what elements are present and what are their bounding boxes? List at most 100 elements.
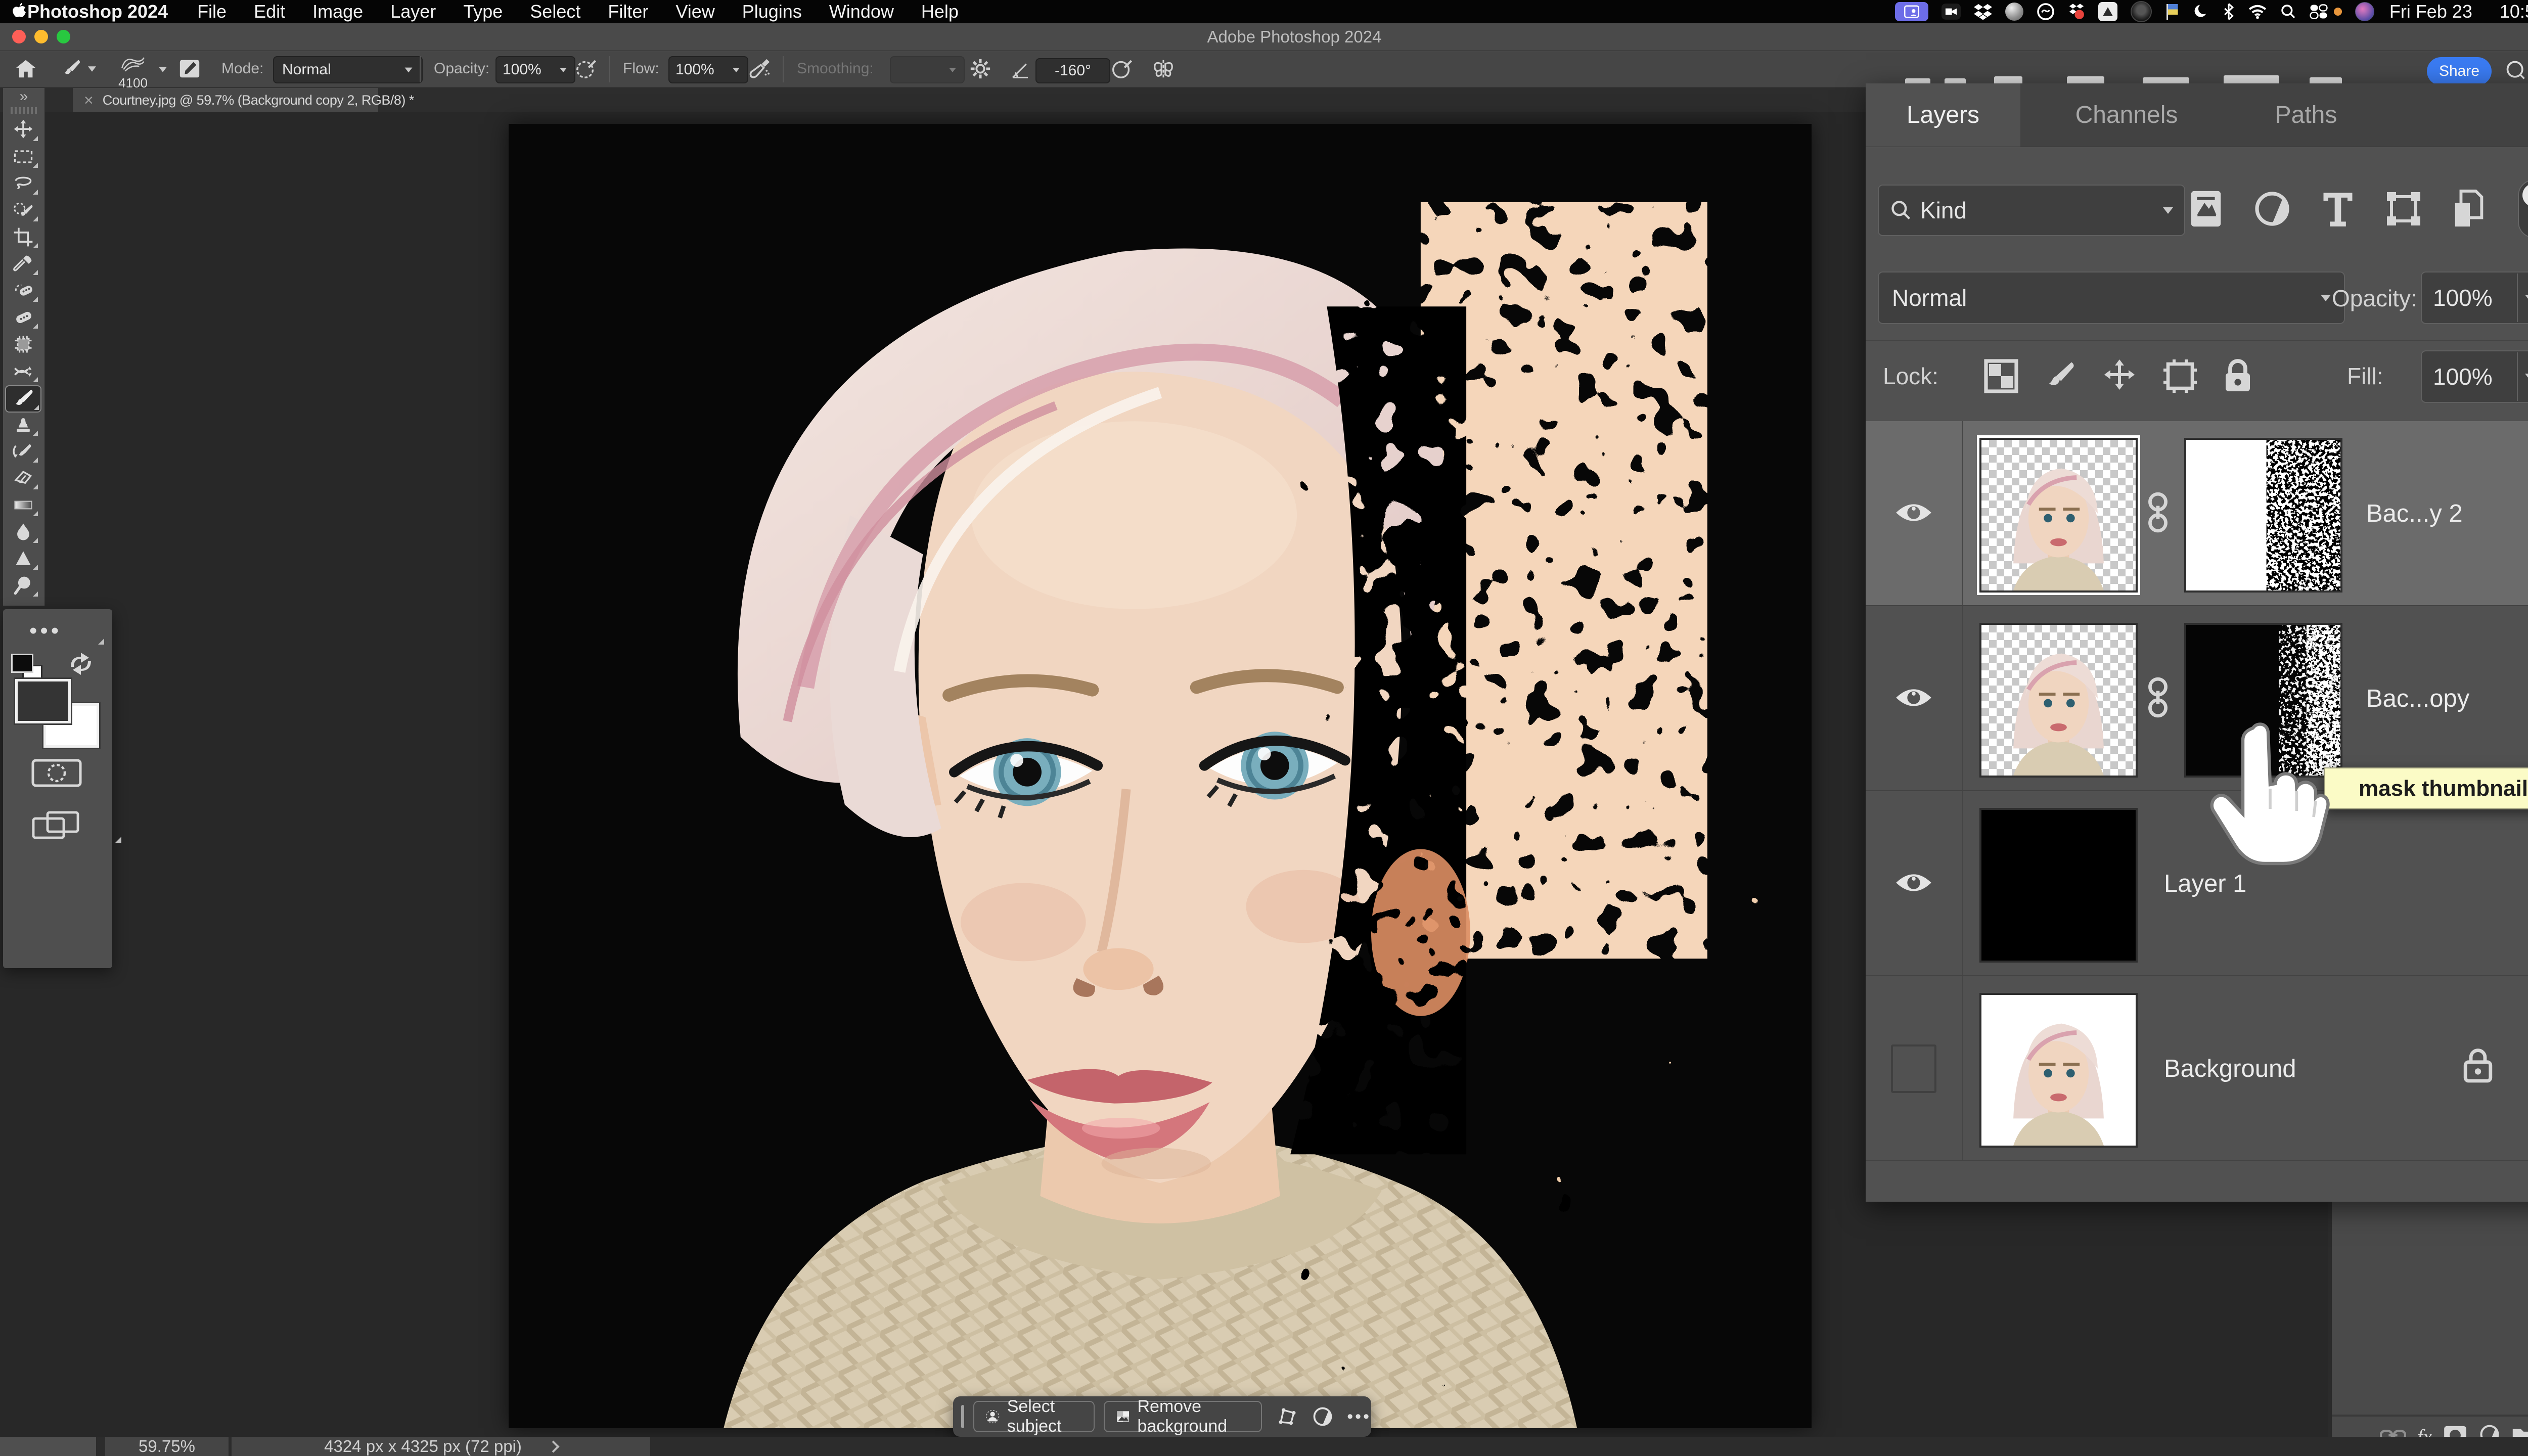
menu-file[interactable]: File [197, 1, 227, 22]
select-subject-button[interactable]: Select subject [973, 1401, 1095, 1432]
document-tab[interactable]: × Courtney.jpg @ 59.7% (Background copy … [73, 88, 378, 112]
siri-icon[interactable] [2355, 0, 2374, 23]
pressure-opacity-icon[interactable] [574, 57, 598, 84]
search-circle-icon[interactable] [2505, 59, 2527, 85]
filter-smart-objects-icon[interactable] [2453, 190, 2487, 231]
taskbar-drag-handle[interactable] [961, 1405, 964, 1428]
lock-position-icon[interactable] [2101, 358, 2138, 397]
remove-background-button[interactable]: Remove background [1104, 1401, 1262, 1432]
menubar-clock[interactable]: 10:59 AM [2500, 1, 2528, 22]
layer-row-layer-1[interactable]: Layer 1 [1866, 791, 2528, 976]
lock-artboard-icon[interactable] [2162, 358, 2198, 397]
dropbox-sync-icon[interactable] [2068, 0, 2085, 23]
layer-thumbnail[interactable] [1979, 808, 2138, 963]
crop-tool[interactable] [7, 224, 39, 250]
fill-input[interactable]: 100% [2421, 350, 2528, 403]
blend-mode-select[interactable]: Normal [273, 56, 423, 83]
history-brush-tool[interactable] [7, 439, 39, 464]
swap-colors-icon[interactable] [65, 651, 97, 679]
lock-image-icon[interactable] [2044, 358, 2077, 397]
layer-thumbnail[interactable] [1979, 623, 2138, 778]
pressure-size-icon[interactable] [1110, 57, 1134, 84]
tab-paths[interactable]: Paths [2233, 83, 2379, 147]
filter-shape-layers-icon[interactable] [2385, 191, 2422, 230]
content-aware-move-tool[interactable] [7, 358, 39, 384]
eraser-tool[interactable] [7, 466, 39, 491]
blend-mode-dropdown[interactable]: Normal [1878, 271, 2345, 324]
eyedropper-tool[interactable] [7, 251, 39, 277]
layer-filter-search[interactable]: Kind [1878, 185, 2185, 236]
clone-stamp-tool[interactable] [7, 412, 39, 437]
bluetooth-icon[interactable] [2223, 0, 2235, 23]
brush-preset-picker[interactable]: 4100 [117, 53, 149, 91]
mask-link-icon[interactable] [2145, 676, 2171, 721]
toggle-brush-settings-icon[interactable] [178, 57, 201, 84]
smoothing-gear-icon[interactable] [969, 57, 992, 84]
taskbar-more-options-icon[interactable]: ••• [1347, 1407, 1371, 1427]
brush-picker-chevron[interactable] [159, 67, 167, 72]
apple-menu-icon[interactable] [11, 0, 27, 23]
layer-name[interactable]: Bac...opy [2366, 606, 2469, 791]
brush-tool[interactable] [5, 385, 41, 413]
toolbar-grip[interactable] [11, 107, 37, 114]
lasso-tool[interactable] [7, 171, 39, 196]
mask-link-icon[interactable] [2145, 491, 2171, 536]
menu-image[interactable]: Image [312, 1, 363, 22]
tab-layers[interactable]: Layers [1866, 83, 2020, 147]
menu-app-name[interactable]: Photoshop 2024 [27, 1, 168, 22]
menu-select[interactable]: Select [530, 1, 580, 22]
tool-preset-brush-icon[interactable] [61, 58, 97, 79]
status-chevron-icon[interactable] [547, 1440, 559, 1452]
airbrush-icon[interactable] [747, 57, 771, 84]
frame-tool[interactable] [7, 332, 39, 357]
panel-opacity-input[interactable]: 100% [2421, 271, 2528, 324]
adjustment-icon[interactable] [1312, 1405, 1334, 1428]
screen-mirroring-icon[interactable] [1895, 0, 1928, 23]
window-close-button[interactable] [12, 30, 26, 43]
dodge-tool[interactable] [7, 573, 39, 598]
visibility-eye-icon[interactable] [1894, 499, 1933, 528]
symmetry-butterfly-icon[interactable] [1152, 57, 1175, 84]
control-center-icon[interactable] [2310, 0, 2328, 23]
filter-type-layers-icon[interactable] [2322, 190, 2354, 231]
do-not-disturb-moon-icon[interactable] [2193, 0, 2209, 23]
zoom-level-field[interactable]: 59.75% [105, 1437, 229, 1456]
menu-layer[interactable]: Layer [390, 1, 436, 22]
lock-all-icon[interactable] [2223, 358, 2253, 397]
filter-adjustment-layers-icon[interactable] [2254, 191, 2290, 230]
gradient-tool[interactable] [7, 492, 39, 518]
window-zoom-button[interactable] [57, 30, 70, 43]
tab-channels[interactable]: Channels [2020, 83, 2233, 147]
tab-close-icon[interactable]: × [84, 91, 94, 110]
foreground-color-swatch[interactable] [15, 679, 71, 723]
toolbar-collapse-icon[interactable]: » [3, 88, 44, 105]
wifi-icon[interactable] [2248, 0, 2267, 23]
dropbox-icon[interactable] [1974, 0, 1992, 23]
transform-selection-icon[interactable] [1276, 1405, 1298, 1428]
layer-row-background-copy[interactable]: Bac...opy [1866, 606, 2528, 791]
menu-type[interactable]: Type [463, 1, 503, 22]
layer-thumbnail[interactable] [1979, 438, 2138, 593]
spot-healing-brush-tool[interactable] [7, 278, 39, 303]
spotlight-search-icon[interactable] [2280, 0, 2296, 23]
menu-view[interactable]: View [675, 1, 714, 22]
triangle-app-icon[interactable] [2098, 0, 2117, 23]
blur-tool[interactable] [7, 519, 39, 544]
visibility-checkbox-empty[interactable] [1891, 1044, 1936, 1093]
visibility-eye-icon[interactable] [1894, 685, 1933, 713]
menu-help[interactable]: Help [921, 1, 959, 22]
creative-cloud-icon[interactable] [2037, 0, 2055, 23]
layer-row-background[interactable]: Background [1866, 976, 2528, 1161]
window-minimize-button[interactable] [34, 30, 48, 43]
filter-pixel-layers-icon[interactable] [2189, 190, 2223, 231]
flow-input[interactable]: 100% [668, 56, 748, 83]
layer-mask-thumbnail[interactable] [2184, 438, 2342, 593]
camera-app-icon[interactable] [1942, 0, 1961, 23]
lock-transparency-icon[interactable] [1983, 358, 2019, 397]
layer-name[interactable]: Bac...y 2 [2366, 421, 2463, 606]
healing-brush-tool[interactable] [7, 305, 39, 330]
default-colors-icon[interactable] [11, 654, 47, 682]
document-dimensions-field[interactable]: 4324 px x 4325 px (72 ppi) [232, 1437, 650, 1456]
share-button[interactable]: Share [2427, 57, 2492, 85]
angle-value[interactable]: -160° [1035, 58, 1110, 83]
